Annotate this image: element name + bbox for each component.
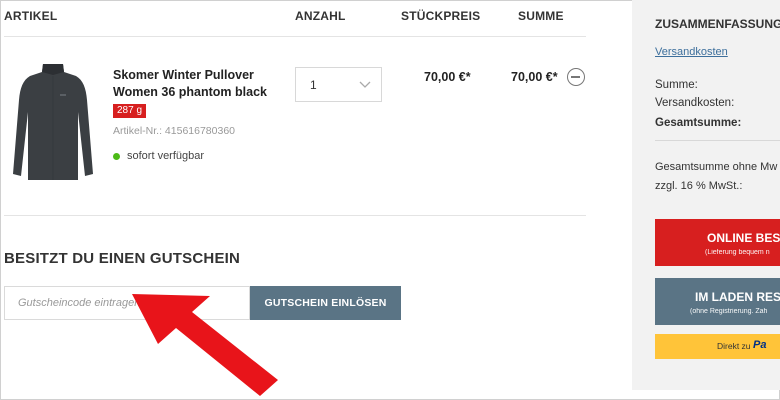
header-quantity: ANZAHL [295,9,346,23]
order-online-sublabel: (Lieferung bequem n [705,249,770,256]
net-total-label: Gesamtsumme ohne Mw [655,161,778,173]
header-divider [4,36,586,37]
paypal-logo-icon: Pa [753,339,767,351]
paypal-checkout-button[interactable]: Direkt zu Pa [655,334,780,359]
header-article: ARTIKEL [4,9,58,23]
summary-divider [655,140,780,141]
summary-title: ZUSAMMENFASSUNG [655,17,780,31]
reserve-in-store-button[interactable]: IM LADEN RESE (ohne Registrierung. Zah [655,278,780,325]
turtleneck-pullover-image[interactable] [10,62,96,182]
product-name[interactable]: Skomer Winter Pullover Women 36 phantom … [113,67,293,101]
product-divider [4,215,586,216]
availability-text: sofort verfügbar [127,150,205,162]
line-total: 70,00 €* [511,70,558,84]
availability-dot-icon [113,152,120,160]
grand-total-label: Gesamtsumme: [655,117,742,129]
remove-item-icon[interactable] [567,68,585,86]
chevron-down-icon [359,81,371,88]
summary-sidebar: ZUSAMMENFASSUNG Versandkosten Summe: Ver… [632,0,780,390]
sum-label: Summe: [655,79,698,91]
header-total: SUMME [518,9,564,23]
article-number: Artikel-Nr.: 415616780360 [113,125,235,137]
voucher-title: BESITZT DU EINEN GUTSCHEIN [4,250,241,267]
quantity-value: 1 [310,77,317,92]
shipping-label: Versandkosten: [655,97,735,109]
reserve-in-store-sublabel: (ohne Registrierung. Zah [690,308,768,315]
weight-badge: 287 g [113,104,147,118]
vat-label: zzgl. 16 % MwSt.: [655,180,743,192]
shipping-costs-link[interactable]: Versandkosten [655,46,728,58]
order-online-label: ONLINE BEST [707,231,780,245]
reserve-in-store-label: IM LADEN RESE [695,290,780,304]
red-arrow-annotation [132,294,278,396]
paypal-label: Direkt zu [717,341,751,351]
header-unit-price: STÜCKPREIS [401,9,481,23]
availability-status: sofort verfügbar [113,150,204,162]
order-online-button[interactable]: ONLINE BEST (Lieferung bequem n [655,219,780,266]
quantity-select[interactable]: 1 [295,67,382,102]
unit-price: 70,00 €* [424,70,471,84]
